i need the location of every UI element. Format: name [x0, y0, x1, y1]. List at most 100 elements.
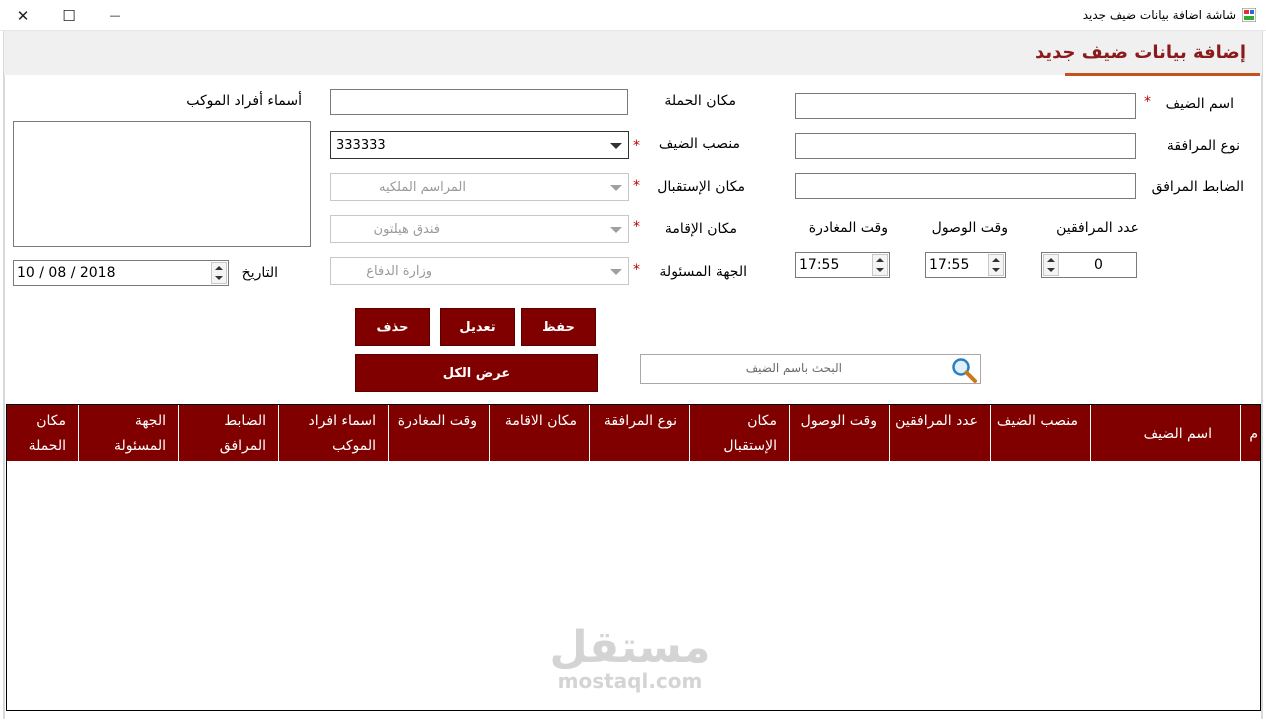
close-button[interactable]: ✕	[0, 0, 46, 31]
spin-down-icon[interactable]	[992, 268, 1000, 272]
minimize-button[interactable]: —	[92, 0, 138, 31]
guest-position-label: منصب الضيف	[658, 136, 740, 152]
maximize-button[interactable]: ☐	[46, 0, 92, 31]
date-label: التاريخ	[241, 265, 278, 281]
spin-up-icon[interactable]	[215, 266, 223, 270]
escort-officer-label: الضابط المرافق	[1151, 179, 1244, 195]
col-header-convoy-members[interactable]: اسماء افراد الموكب	[278, 405, 388, 461]
companions-count-stepper[interactable]: 0	[1041, 252, 1137, 278]
responsible-party-value: وزارة الدفاع	[366, 264, 432, 279]
col-header-residence-place[interactable]: مكان الاقامة	[489, 405, 589, 461]
close-icon: ✕	[16, 6, 30, 25]
col-header-arrival-time[interactable]: وقت الوصول	[789, 405, 889, 461]
col-header-companions-count[interactable]: عدد المرافقين	[889, 405, 990, 461]
reception-place-label: مكان الإستقبال	[657, 179, 745, 195]
campaign-place-field[interactable]	[330, 89, 628, 115]
companions-count-value: 0	[1094, 257, 1103, 273]
chevron-down-icon[interactable]	[610, 227, 622, 233]
save-button[interactable]: حفظ	[521, 308, 596, 346]
col-header-responsible-party[interactable]: الجهة المسئولة	[78, 405, 178, 461]
responsible-party-required: *	[633, 262, 640, 278]
window-title: شاشة اضافة بيانات ضيف جديد	[1082, 8, 1236, 22]
residence-place-required: *	[633, 219, 640, 235]
watermark-logo: مستقل mostaql.com	[545, 622, 715, 693]
campaign-place-label: مكان الحملة	[664, 93, 736, 109]
residence-place-label: مكان الإقامة	[664, 221, 737, 237]
search-box[interactable]: البحث باسم الضيف	[640, 354, 981, 384]
companions-count-spin-buttons[interactable]	[1043, 254, 1059, 276]
campaign-place-input[interactable]	[331, 90, 627, 114]
spin-down-icon[interactable]	[215, 276, 223, 280]
edit-button-label: تعديل	[459, 319, 496, 335]
header-underline	[1065, 73, 1260, 76]
guest-position-required: *	[633, 138, 640, 154]
arrival-time-value: 17:55	[929, 257, 970, 273]
departure-time-picker[interactable]: 17:55	[795, 252, 890, 278]
watermark-arabic: مستقل	[549, 622, 711, 673]
save-button-label: حفظ	[542, 319, 575, 335]
guest-name-input[interactable]	[796, 94, 1135, 118]
date-spin-buttons[interactable]	[211, 262, 227, 284]
delete-button[interactable]: حذف	[355, 308, 430, 346]
chevron-down-icon[interactable]	[610, 185, 622, 191]
spin-up-icon[interactable]	[992, 258, 1000, 262]
window-border-right	[1261, 31, 1263, 719]
window-border-left	[3, 31, 5, 719]
app-icon	[1242, 8, 1256, 22]
responsible-party-label: الجهة المسئولة	[659, 264, 747, 280]
reception-place-value: المراسم الملكيه	[378, 180, 466, 195]
reception-place-select[interactable]: المراسم الملكيه	[330, 173, 629, 201]
convoy-members-label: أسماء أفراد الموكب	[186, 93, 302, 109]
residence-place-value: فندق هيلتون	[373, 222, 440, 237]
guest-position-value: 333333	[336, 138, 386, 153]
arrival-time-picker[interactable]: 17:55	[925, 252, 1006, 278]
spin-up-icon[interactable]	[876, 258, 884, 262]
search-placeholder: البحث باسم الضيف	[745, 361, 842, 375]
convoy-members-textarea[interactable]	[13, 121, 311, 247]
companions-count-label: عدد المرافقين	[1056, 220, 1139, 236]
arrival-time-spin-buttons[interactable]	[988, 254, 1004, 276]
guest-name-required: *	[1144, 94, 1151, 110]
spin-down-icon[interactable]	[1047, 268, 1055, 272]
col-header-companion-type[interactable]: نوع المرافقة	[589, 405, 689, 461]
companion-type-input[interactable]	[796, 134, 1135, 158]
guest-position-select[interactable]: 333333	[330, 131, 629, 159]
companion-type-field[interactable]	[795, 133, 1136, 159]
departure-time-spin-buttons[interactable]	[872, 254, 888, 276]
maximize-icon: ☐	[62, 6, 76, 25]
spin-up-icon[interactable]	[1047, 258, 1055, 262]
show-all-button-label: عرض الكل	[442, 365, 511, 381]
chevron-down-icon[interactable]	[610, 269, 622, 275]
escort-officer-input[interactable]	[796, 174, 1135, 198]
date-picker[interactable]: 10 / 08 / 2018	[13, 260, 229, 286]
col-header-guest-name[interactable]: اسم الضيف	[1090, 405, 1240, 461]
companion-type-label: نوع المرافقة	[1166, 138, 1240, 154]
title-bar: ✕ ☐ — شاشة اضافة بيانات ضيف جديد	[0, 0, 1266, 31]
edit-button[interactable]: تعديل	[440, 308, 515, 346]
col-header-departure-time[interactable]: وقت المغادرة	[388, 405, 489, 461]
date-value: 10 / 08 / 2018	[17, 265, 116, 281]
delete-button-label: حذف	[376, 319, 409, 335]
reception-place-required: *	[633, 178, 640, 194]
watermark-latin: mostaql.com	[557, 669, 703, 693]
escort-officer-field[interactable]	[795, 173, 1136, 199]
col-header-reception-place[interactable]: مكان الإستقبال	[689, 405, 789, 461]
responsible-party-select[interactable]: وزارة الدفاع	[330, 257, 629, 285]
guest-name-label: اسم الضيف	[1165, 96, 1234, 112]
minimize-icon: —	[109, 9, 121, 22]
col-header-index[interactable]: م	[1240, 405, 1260, 461]
magnifier-icon[interactable]	[950, 356, 978, 384]
spin-down-icon[interactable]	[876, 268, 884, 272]
departure-time-value: 17:55	[799, 257, 840, 273]
departure-time-label: وقت المغادرة	[808, 220, 888, 236]
page-title: إضافة بيانات ضيف جديد	[1035, 42, 1246, 63]
col-header-campaign-place[interactable]: مكان الحملة	[7, 405, 78, 461]
arrival-time-label: وقت الوصول	[931, 220, 1008, 236]
table-header: م اسم الضيف منصب الضيف عدد المرافقين وقت…	[7, 405, 1260, 461]
col-header-guest-position[interactable]: منصب الضيف	[990, 405, 1090, 461]
col-header-escort-officer[interactable]: الضابط المرافق	[178, 405, 278, 461]
show-all-button[interactable]: عرض الكل	[355, 354, 598, 392]
guest-name-field[interactable]	[795, 93, 1136, 119]
residence-place-select[interactable]: فندق هيلتون	[330, 215, 629, 243]
chevron-down-icon[interactable]	[610, 143, 622, 149]
